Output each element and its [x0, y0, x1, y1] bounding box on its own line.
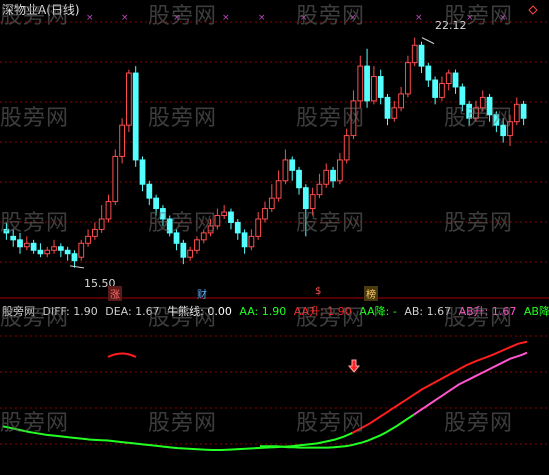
candle-body — [275, 180, 282, 199]
crossover-arrow — [347, 359, 361, 373]
indicator-ab-down: AB降: - — [523, 305, 549, 318]
candle-body — [57, 246, 64, 251]
candle-body — [384, 96, 391, 119]
watermark: 股旁网 — [148, 106, 218, 131]
diff-bump — [107, 352, 137, 358]
top-marker-x: × — [415, 13, 423, 23]
candle-body — [146, 183, 153, 199]
watermark: 股旁网 — [0, 211, 70, 236]
candle-body — [228, 211, 234, 223]
top-marker-x: × — [222, 13, 230, 23]
candle-body — [418, 44, 425, 67]
candle-body — [78, 242, 85, 258]
low-pointer — [69, 265, 85, 269]
top-marker-x: × — [258, 13, 266, 23]
watermark: 股旁网 — [444, 4, 514, 29]
candle-body — [23, 242, 30, 248]
watermark: 股旁网 — [296, 211, 366, 236]
candle-body — [425, 65, 432, 81]
watermark: 股旁网 — [0, 4, 70, 29]
candle-body — [187, 249, 194, 258]
candle-body — [405, 62, 411, 95]
candle-body — [364, 65, 370, 102]
candle-body — [105, 201, 112, 220]
candle-body — [336, 159, 343, 182]
diamond-marker — [528, 5, 538, 15]
watermark: 股旁网 — [296, 306, 366, 331]
watermark: 股旁网 — [0, 306, 70, 331]
watermark: 股旁网 — [296, 411, 366, 436]
candle-body — [377, 76, 384, 98]
candle-body — [180, 242, 187, 258]
event-marker-dollar[interactable]: $ — [313, 286, 323, 297]
candle-body — [268, 197, 275, 210]
candle-body — [91, 228, 98, 237]
candle-body — [343, 135, 350, 161]
candle-body — [445, 72, 452, 84]
event-marker-bang[interactable]: 榜 — [364, 286, 378, 301]
candle-body — [316, 183, 323, 196]
watermark: 股旁网 — [148, 211, 218, 236]
top-marker-x: × — [86, 13, 94, 23]
candle-body — [132, 72, 139, 161]
candle-body — [391, 107, 398, 119]
candle-body — [323, 169, 330, 185]
candle-body — [520, 103, 527, 119]
watermark: 股旁网 — [444, 211, 514, 236]
candle-body — [241, 232, 248, 248]
candle-body — [513, 103, 520, 123]
candle-body — [30, 242, 37, 251]
watermark: 股旁网 — [296, 106, 366, 131]
candle-body — [126, 72, 132, 126]
candle-body — [139, 159, 146, 185]
candle-body — [112, 155, 119, 203]
candle-body — [51, 246, 57, 251]
indicator-aa: AA: 1.90 — [239, 305, 287, 318]
candle-body — [289, 159, 296, 171]
watermark: 股旁网 — [0, 106, 70, 131]
candle-body — [221, 211, 228, 217]
candle-body — [330, 169, 336, 182]
candle-body — [432, 79, 439, 98]
candle-body — [194, 239, 200, 251]
candle-body — [44, 249, 51, 255]
candle-body — [439, 82, 445, 98]
event-marker-zhang[interactable]: 涨 — [108, 286, 122, 301]
candle-body — [17, 239, 23, 248]
candle-body — [71, 253, 78, 262]
watermark: 股旁网 — [444, 411, 514, 436]
event-marker-cai[interactable]: 财 — [195, 286, 209, 301]
candle-body — [282, 159, 289, 182]
candle-body — [98, 218, 105, 230]
candle-body — [398, 93, 404, 109]
high-pointer — [421, 37, 435, 45]
candle-body — [296, 169, 302, 189]
watermark: 股旁网 — [444, 306, 514, 331]
candle-body — [234, 221, 241, 234]
stock-chart-window: × × × × × × × × × × 深物业A(日线) 22.12 15.50 涨 财 $ 榜 … — [0, 0, 549, 475]
watermark: 股旁网 — [0, 411, 70, 436]
candle-body — [411, 44, 418, 64]
watermark: 股旁网 — [296, 4, 366, 29]
watermark: 股旁网 — [148, 411, 218, 436]
watermark: 股旁网 — [148, 306, 218, 331]
candle-body — [357, 65, 364, 102]
candle-body — [262, 208, 268, 220]
candle-body — [85, 235, 91, 244]
candle-body — [371, 76, 377, 102]
top-marker-x: × — [121, 13, 129, 23]
candle-body — [255, 218, 262, 237]
candle-body — [452, 72, 459, 88]
candle-body — [248, 235, 255, 248]
candle-body — [64, 249, 71, 255]
candlestick-chart[interactable]: × × × × × × × × × × — [0, 0, 549, 475]
watermark: 股旁网 — [444, 106, 514, 131]
watermark: 股旁网 — [148, 4, 218, 29]
candle-body — [119, 124, 125, 157]
candle-body — [37, 249, 44, 255]
